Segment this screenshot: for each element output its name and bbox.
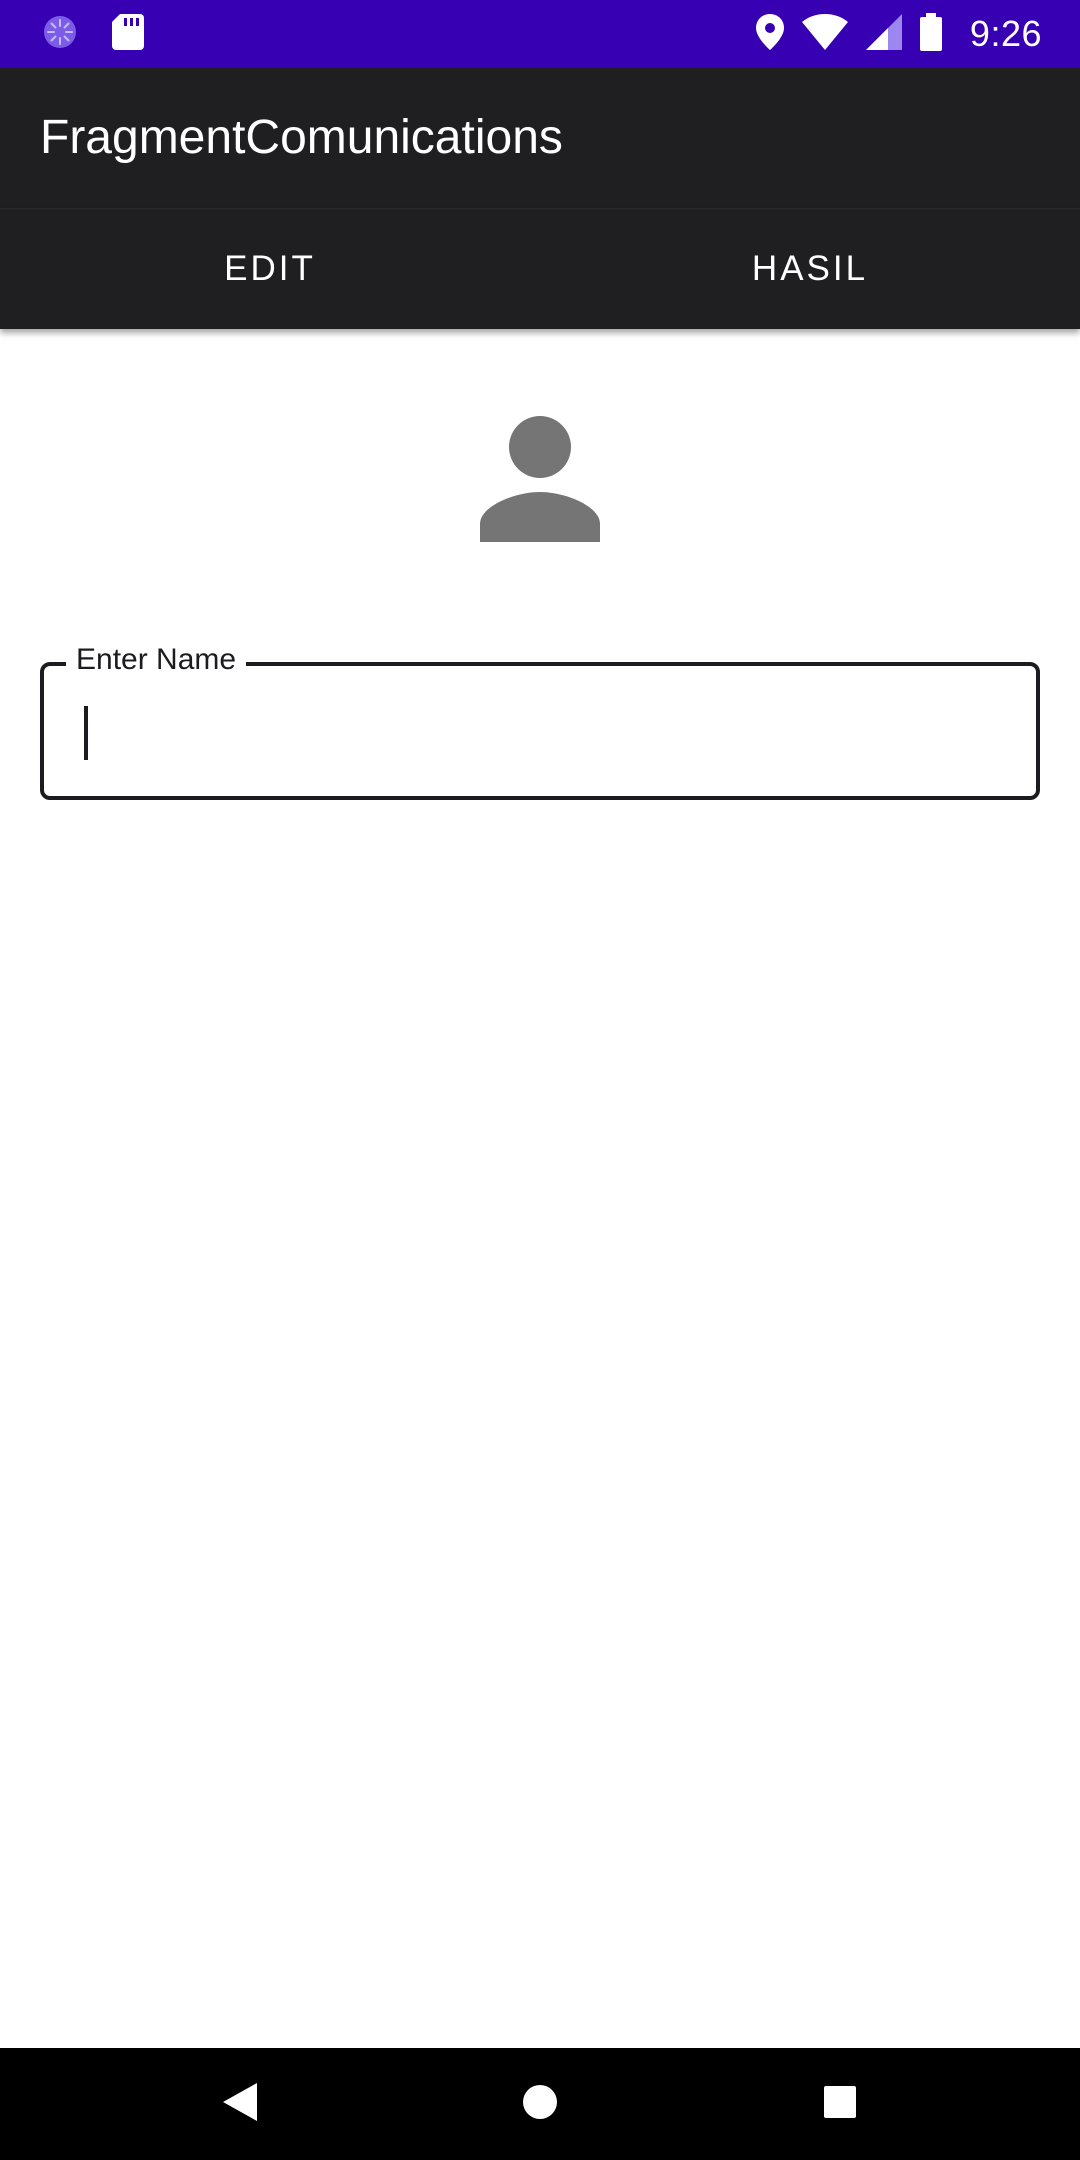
person-icon	[475, 412, 605, 542]
back-icon	[223, 2082, 257, 2126]
navigation-bar	[0, 2048, 1080, 2160]
tab-edit[interactable]: EDIT	[0, 209, 540, 329]
home-icon	[522, 2084, 558, 2125]
tab-bar: EDIT HASIL	[0, 208, 1080, 329]
sync-icon	[40, 12, 80, 57]
status-bar: 9:26	[0, 0, 1080, 68]
name-text-field[interactable]: Enter Name	[40, 638, 1040, 800]
recents-button[interactable]	[760, 2048, 920, 2160]
signal-icon	[865, 13, 902, 55]
name-field-label: Enter Name	[66, 638, 247, 682]
sd-card-icon	[112, 13, 144, 55]
home-button[interactable]	[460, 2048, 620, 2160]
back-button[interactable]	[160, 2048, 320, 2160]
app-title: FragmentComunications	[40, 111, 563, 164]
wifi-icon	[801, 13, 848, 55]
screen: 9:26 FragmentComunications EDIT HASIL En…	[0, 0, 1080, 2160]
tab-hasil[interactable]: HASIL	[540, 209, 1080, 329]
name-input[interactable]	[82, 696, 982, 760]
app-bar: FragmentComunications	[0, 68, 1080, 208]
battery-icon	[919, 12, 942, 56]
recents-icon	[824, 2085, 856, 2123]
text-cursor	[84, 706, 88, 760]
status-time: 9:26	[969, 13, 1042, 54]
location-icon	[755, 13, 784, 55]
